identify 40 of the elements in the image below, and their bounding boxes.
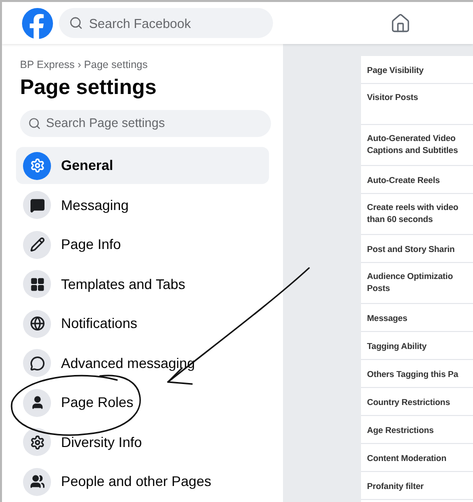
search-icon xyxy=(69,16,83,30)
page-title: Page settings xyxy=(20,74,158,101)
pencil-icon xyxy=(23,230,51,258)
setting-label[interactable]: Tagging Ability xyxy=(367,340,427,352)
person-icon xyxy=(23,388,51,416)
gear-icon xyxy=(23,152,51,180)
globe-icon xyxy=(23,310,51,338)
setting-label[interactable]: Country Restrictions xyxy=(367,396,450,408)
setting-label[interactable]: Auto-Generated Video Captions and Subtitles xyxy=(367,132,467,156)
setting-label[interactable]: Create reels with video than 60 seconds xyxy=(367,201,467,225)
grid-icon xyxy=(23,270,51,298)
search-field[interactable]: Search Page settings xyxy=(20,110,271,137)
sidebar-item[interactable]: General xyxy=(16,146,269,184)
setting-label[interactable]: Audience Optimizatio Posts xyxy=(367,270,467,294)
sidebar-item[interactable]: Page Info xyxy=(16,226,269,264)
sidebar-item[interactable]: Advanced messaging xyxy=(16,344,269,382)
sidebar-item[interactable]: Messaging xyxy=(16,186,269,224)
setting-label[interactable]: Page Visibility xyxy=(367,64,424,76)
breadcrumb: BP Express › Page settings xyxy=(20,58,149,73)
setting-label[interactable]: Others Tagging this Pa xyxy=(367,368,458,380)
setting-label[interactable]: Post and Story Sharin xyxy=(367,242,455,254)
chat-bubble-icon xyxy=(23,349,51,377)
sidebar-item[interactable]: Notifications xyxy=(16,304,269,342)
people-icon xyxy=(23,468,51,496)
search-field[interactable]: Search Facebook xyxy=(59,8,273,38)
setting-label[interactable]: Messages xyxy=(367,312,408,324)
sidebar-item[interactable]: Page Roles xyxy=(16,384,269,422)
sidebar-item[interactable]: Diversity Info xyxy=(16,423,269,461)
setting-label[interactable]: Age Restrictions xyxy=(367,424,434,436)
setting-label[interactable]: Visitor Posts xyxy=(367,91,418,103)
home-icon[interactable] xyxy=(390,12,411,34)
facebook-logo[interactable] xyxy=(22,8,53,38)
setting-label[interactable]: Content Moderation xyxy=(367,452,446,464)
sidebar-item[interactable]: People and other Pages xyxy=(16,462,269,500)
setting-label[interactable]: Auto-Create Reels xyxy=(367,174,440,186)
sidebar-item[interactable]: Templates and Tabs xyxy=(16,265,269,303)
gear-icon xyxy=(23,428,51,456)
search-icon xyxy=(28,116,41,130)
chat-bubble-icon xyxy=(23,191,51,219)
setting-label[interactable]: Profanity filter xyxy=(367,480,424,492)
